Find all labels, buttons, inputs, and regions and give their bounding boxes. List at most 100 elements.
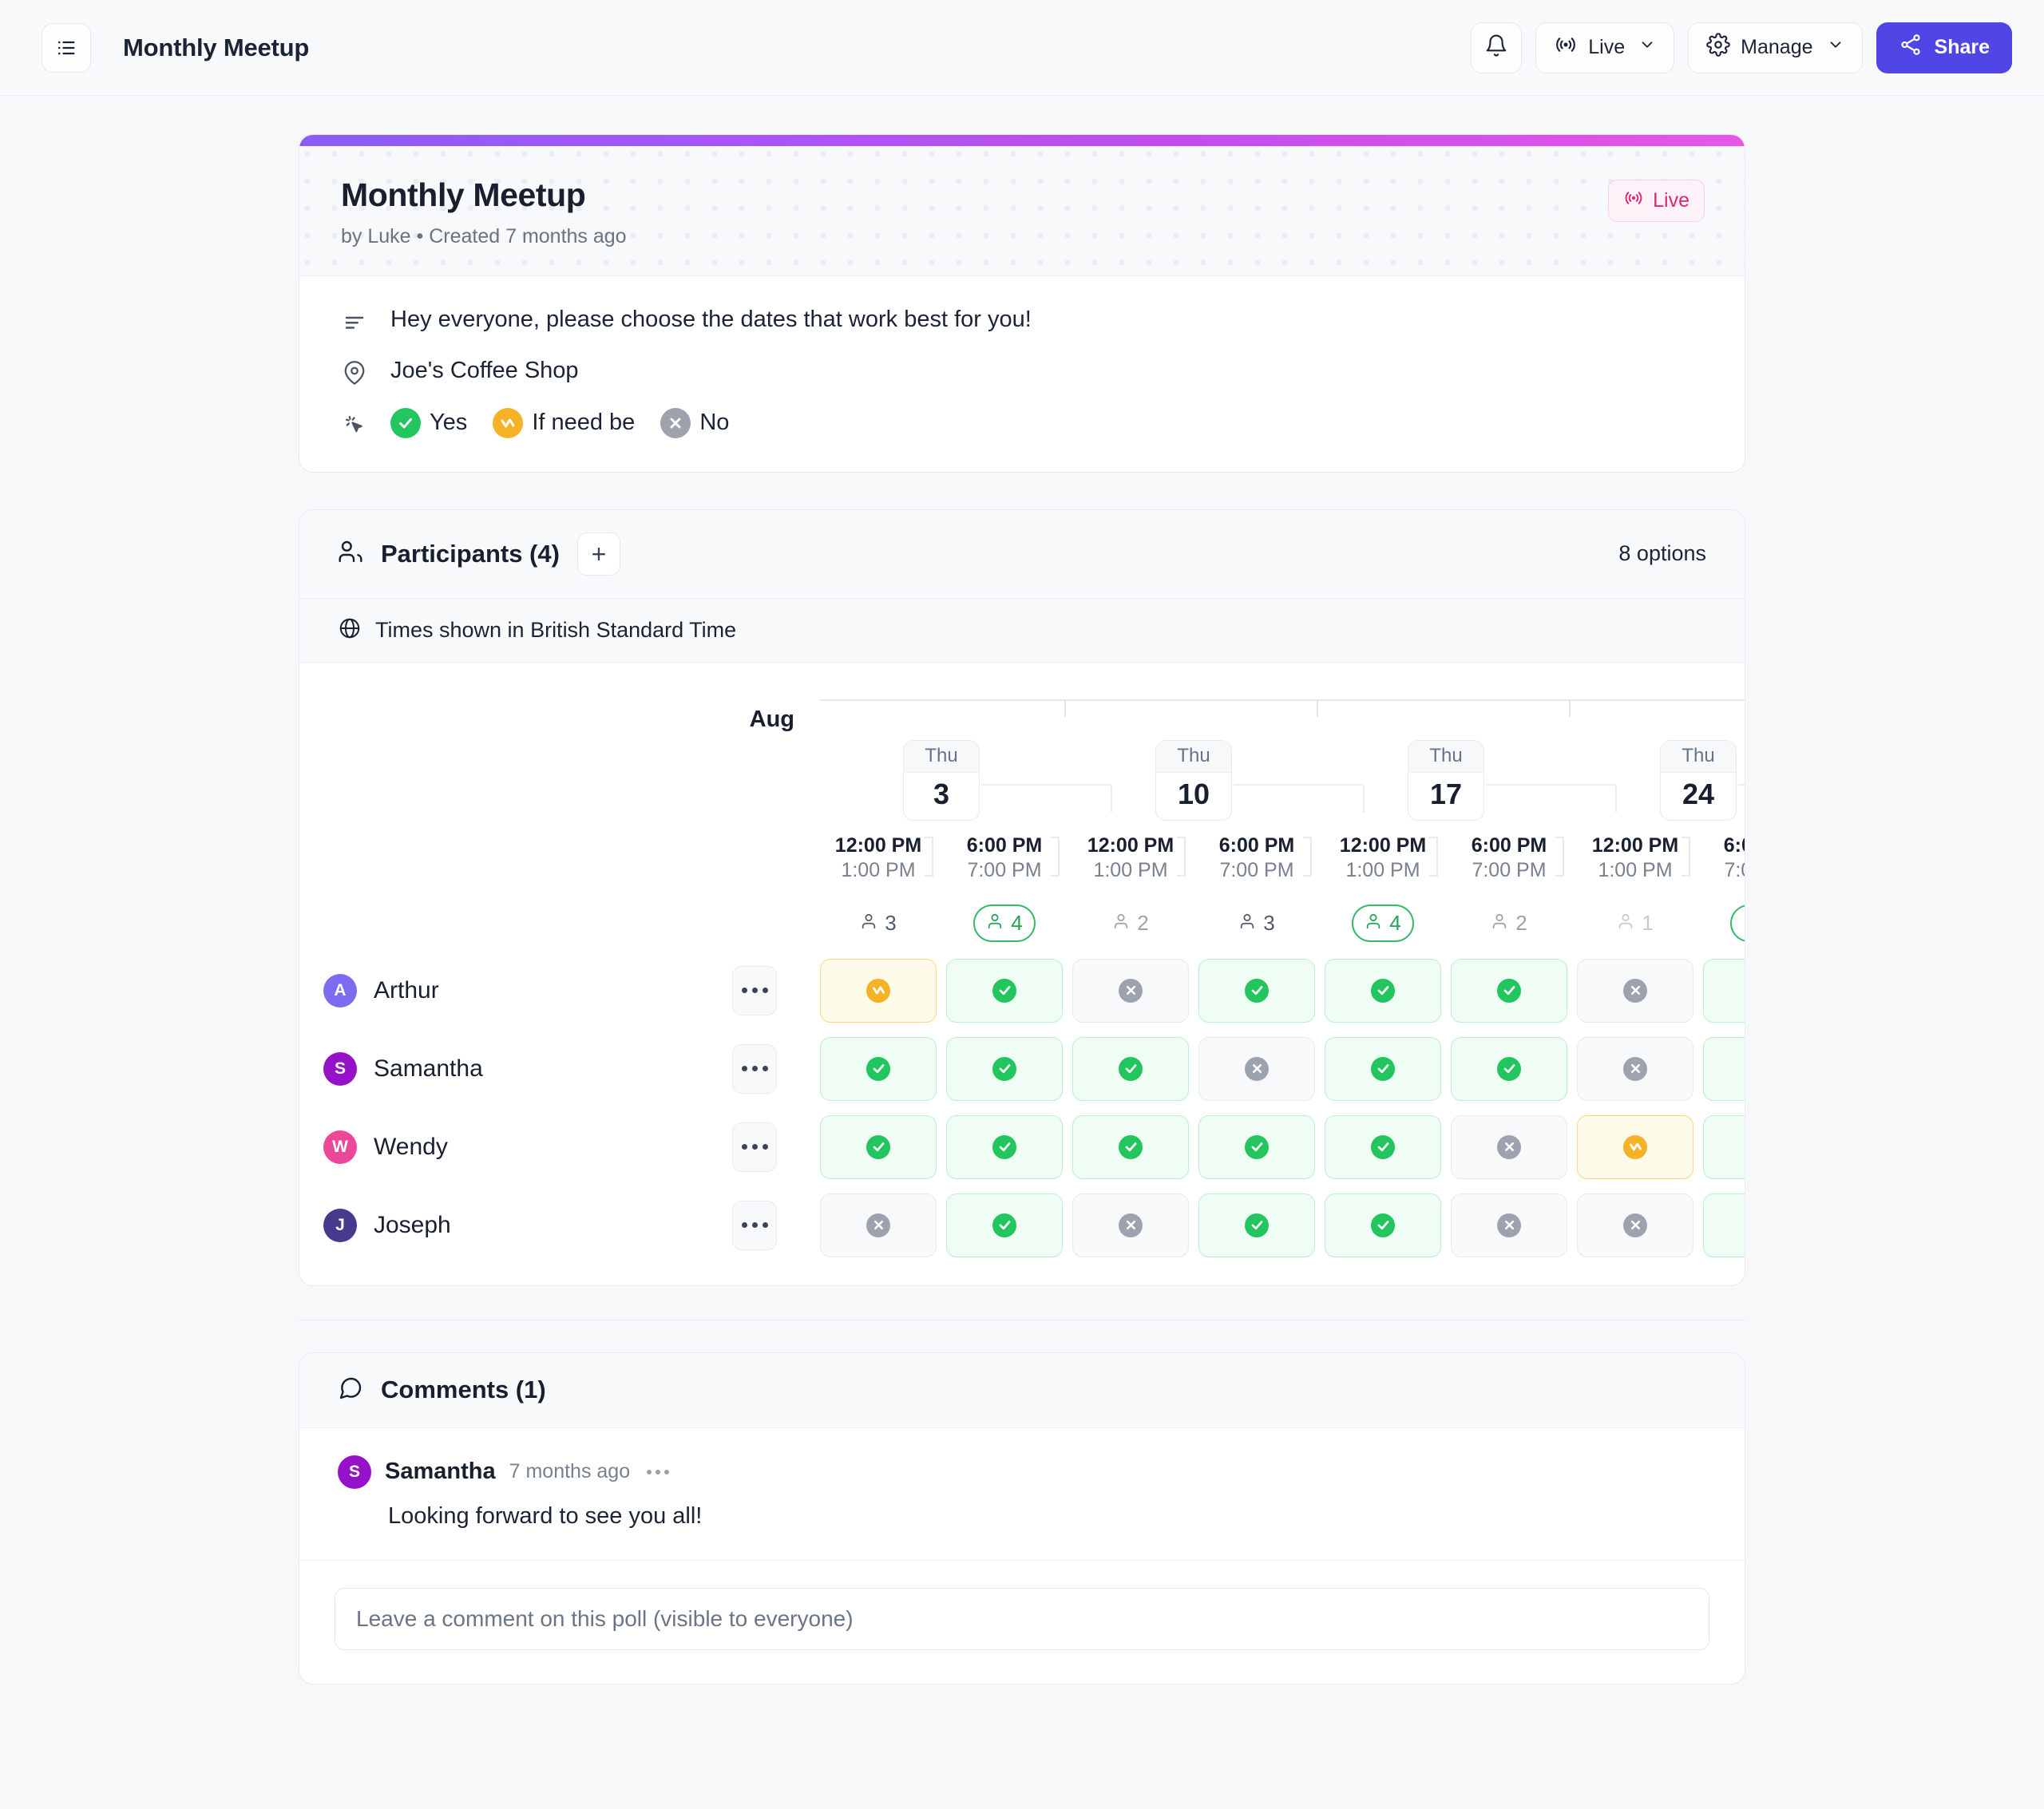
vote-box-yes[interactable] xyxy=(1072,1114,1189,1179)
live-badge-label: Live xyxy=(1653,189,1689,212)
vote-box-yes[interactable] xyxy=(1451,958,1567,1023)
time-slot-header: 12:00 PM 1:00 PM xyxy=(1320,829,1446,896)
vote-cell[interactable] xyxy=(941,952,1068,1030)
vote-cell[interactable] xyxy=(1572,952,1698,1030)
check-circle-icon xyxy=(1497,1056,1521,1081)
vote-cell[interactable] xyxy=(1194,1030,1320,1108)
time-slot-header: 6:00 PM7:00 PM xyxy=(1446,829,1572,896)
vote-cell[interactable] xyxy=(815,1108,941,1186)
vote-box-yes[interactable] xyxy=(1198,1193,1315,1257)
vote-box-yes[interactable] xyxy=(1072,1036,1189,1101)
add-participant-button[interactable]: + xyxy=(576,532,620,576)
vote-box-yes[interactable] xyxy=(1703,1114,1745,1179)
vote-cell[interactable] xyxy=(1194,1186,1320,1265)
comment-input[interactable] xyxy=(335,1587,1709,1650)
vote-cell[interactable] xyxy=(1446,1108,1572,1186)
menu-button[interactable] xyxy=(42,22,91,73)
vote-box-no[interactable] xyxy=(1198,1036,1315,1101)
vote-cell[interactable] xyxy=(1698,1108,1745,1186)
comment-options-button[interactable] xyxy=(647,1469,670,1475)
vote-box-yes[interactable] xyxy=(820,1114,937,1179)
vote-box-no[interactable] xyxy=(1451,1114,1567,1179)
date-day: 3 xyxy=(933,778,950,810)
vote-box-yes[interactable] xyxy=(946,1114,1063,1179)
vote-box-yes[interactable] xyxy=(1703,958,1745,1023)
participant-options-button[interactable] xyxy=(732,965,777,1015)
vote-box-yes[interactable] xyxy=(1325,1193,1441,1257)
month-span-line xyxy=(815,663,1745,739)
vote-cell[interactable] xyxy=(1446,1186,1572,1265)
vote-box-yes[interactable] xyxy=(1703,1036,1745,1101)
vote-box-ifneedbe[interactable] xyxy=(820,958,937,1023)
comment-timestamp: 7 months ago xyxy=(509,1460,631,1482)
vote-box-no[interactable] xyxy=(1072,1193,1189,1257)
vote-cell[interactable] xyxy=(941,1108,1068,1186)
vote-cell[interactable] xyxy=(1320,1030,1446,1108)
vote-cell[interactable] xyxy=(815,1030,941,1108)
vote-cell[interactable] xyxy=(1068,1108,1194,1186)
vote-cell[interactable] xyxy=(815,952,941,1030)
vote-box-yes[interactable] xyxy=(946,1036,1063,1101)
vote-cell[interactable] xyxy=(1572,1186,1698,1265)
vote-box-yes[interactable] xyxy=(1198,958,1315,1023)
vote-box-yes[interactable] xyxy=(1198,1114,1315,1179)
vote-cell[interactable] xyxy=(1446,952,1572,1030)
vote-box-yes[interactable] xyxy=(1325,1114,1441,1179)
vote-box-yes[interactable] xyxy=(1703,1193,1745,1257)
page-body: Monthly Meetup by Luke • Created 7 month… xyxy=(0,96,2044,1732)
manage-button[interactable]: Manage xyxy=(1688,22,1863,73)
vote-box-yes[interactable] xyxy=(820,1036,937,1101)
vote-cell[interactable] xyxy=(1068,952,1194,1030)
slot-count-cell: 4 xyxy=(941,896,1068,952)
live-status-button[interactable]: Live xyxy=(1535,22,1675,73)
vote-box-yes[interactable] xyxy=(1325,958,1441,1023)
share-button[interactable]: Share xyxy=(1876,22,2012,73)
notifications-button[interactable] xyxy=(1471,22,1523,73)
vote-cell[interactable] xyxy=(1194,952,1320,1030)
vote-box-no[interactable] xyxy=(1577,958,1693,1023)
time-slot-header: 12:00 PM 1:00 PM xyxy=(815,829,941,896)
time-slot-start: 12:00 PM xyxy=(1087,833,1175,857)
vote-box-no[interactable] xyxy=(1072,958,1189,1023)
vote-cell[interactable] xyxy=(1572,1108,1698,1186)
vote-cell[interactable] xyxy=(1068,1186,1194,1265)
check-circle-icon xyxy=(1119,1056,1143,1081)
vote-cell[interactable] xyxy=(815,1186,941,1265)
participant-name-cell: W Wendy xyxy=(299,1108,694,1186)
x-circle-icon xyxy=(1623,978,1647,1003)
time-slot-start: 12:00 PM xyxy=(1591,833,1679,857)
vote-box-yes[interactable] xyxy=(1451,1036,1567,1101)
participant-options-button[interactable] xyxy=(732,1122,777,1172)
vote-cell[interactable] xyxy=(1320,952,1446,1030)
vote-cell[interactable] xyxy=(1194,1108,1320,1186)
slot-count-value: 1 xyxy=(1642,911,1654,935)
vote-cell[interactable] xyxy=(1068,1030,1194,1108)
vote-cell[interactable] xyxy=(1698,1030,1745,1108)
vote-cell[interactable] xyxy=(1320,1186,1446,1265)
slot-count-value: 4 xyxy=(1011,911,1023,935)
vote-cell[interactable] xyxy=(941,1186,1068,1265)
vote-cell[interactable] xyxy=(1698,952,1745,1030)
vote-cell[interactable] xyxy=(941,1030,1068,1108)
vote-cell[interactable] xyxy=(1572,1030,1698,1108)
vote-box-yes[interactable] xyxy=(946,1193,1063,1257)
vote-box-no[interactable] xyxy=(1451,1193,1567,1257)
comment-header: S Samantha 7 months ago xyxy=(338,1455,1706,1489)
participant-menu-cell xyxy=(694,1030,815,1108)
poll-header: Monthly Meetup by Luke • Created 7 month… xyxy=(299,146,1745,276)
vote-box-no[interactable] xyxy=(1577,1036,1693,1101)
vote-cell[interactable] xyxy=(1446,1030,1572,1108)
vote-box-no[interactable] xyxy=(1577,1193,1693,1257)
participant-options-button[interactable] xyxy=(732,1043,777,1094)
slot-count-value: 2 xyxy=(1515,911,1527,935)
vote-box-ifneedbe[interactable] xyxy=(1577,1114,1693,1179)
vote-box-yes[interactable] xyxy=(1325,1036,1441,1101)
vote-box-no[interactable] xyxy=(820,1193,937,1257)
time-bracket xyxy=(925,836,933,877)
check-circle-icon xyxy=(1371,1056,1395,1081)
participants-card: Participants (4) + 8 options Times shown… xyxy=(299,509,1745,1286)
participant-options-button[interactable] xyxy=(732,1200,777,1250)
vote-cell[interactable] xyxy=(1320,1108,1446,1186)
vote-cell[interactable] xyxy=(1698,1186,1745,1265)
vote-box-yes[interactable] xyxy=(946,958,1063,1023)
